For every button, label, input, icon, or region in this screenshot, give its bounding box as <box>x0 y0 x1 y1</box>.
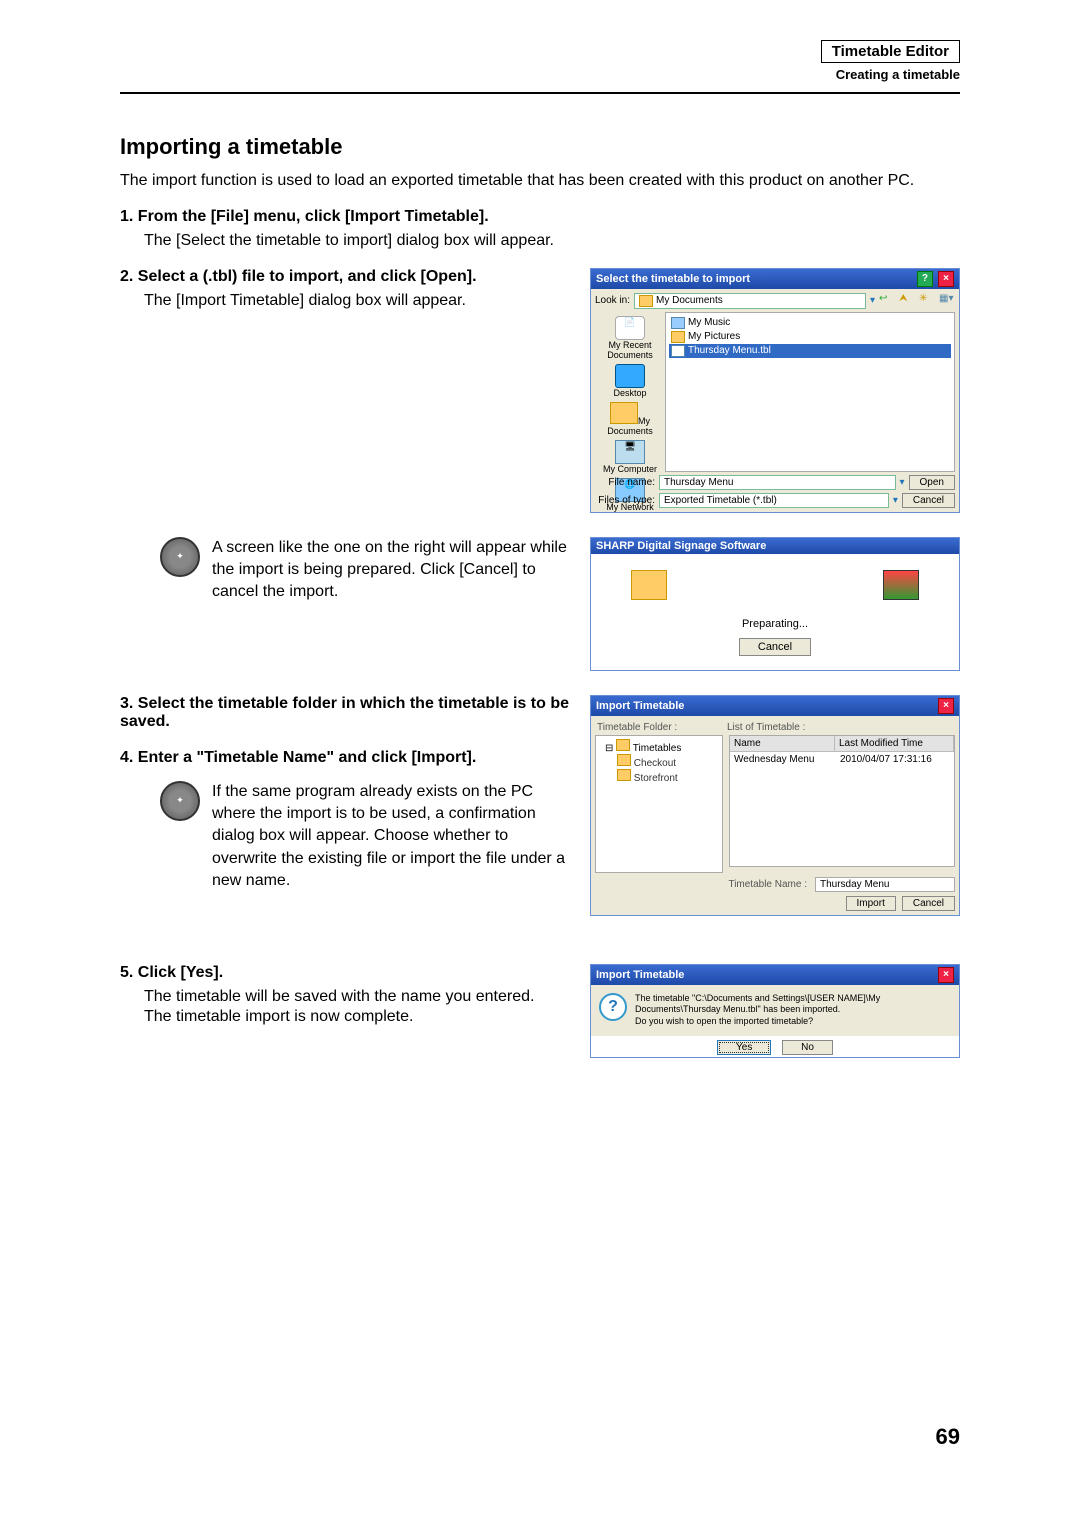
step-1-num: 1. <box>120 208 133 225</box>
filetype-field[interactable]: Exported Timetable (*.tbl) <box>659 493 889 508</box>
row-date: 2010/04/07 17:31:16 <box>836 752 954 767</box>
step-3: 3. Select the timetable folder in which … <box>120 695 570 731</box>
header-title: Timetable Editor <box>821 40 960 63</box>
filetype-dropdown-icon[interactable]: ▾ <box>893 495 898 506</box>
timetable-name-input[interactable]: Thursday Menu <box>815 877 955 892</box>
file-open-dialog: Select the timetable to import ? × Look … <box>590 268 960 513</box>
folder-tree[interactable]: ⊟ Timetables Checkout Storefront <box>595 735 723 873</box>
header-subtitle: Creating a timetable <box>120 67 960 82</box>
lookin-value: My Documents <box>656 295 723 306</box>
step-5-desc2: The timetable import is now complete. <box>144 1008 570 1026</box>
cancel-button[interactable]: Cancel <box>902 493 955 508</box>
open-button[interactable]: Open <box>909 475 955 490</box>
filetype-label: Files of type: <box>595 495 655 506</box>
newfolder-icon[interactable]: ✳ <box>919 293 935 309</box>
destination-icon <box>883 570 919 600</box>
step-1: 1. From the [File] menu, click [Import T… <box>120 208 960 226</box>
preparing-cancel-button[interactable]: Cancel <box>739 638 811 656</box>
folder-label: Timetable Folder : <box>597 722 717 733</box>
places-mydocs[interactable]: My Documents <box>597 402 663 436</box>
dropdown-arrow-icon[interactable]: ▾ <box>870 295 875 306</box>
no-button[interactable]: No <box>782 1040 833 1055</box>
filename-field[interactable]: Thursday Menu <box>659 475 896 490</box>
row-name: Wednesday Menu <box>730 752 836 767</box>
tbl-file-icon <box>671 345 685 357</box>
preparing-title: SHARP Digital Signage Software <box>596 540 766 552</box>
close-icon[interactable]: × <box>938 271 954 287</box>
file-item-pictures[interactable]: My Pictures <box>669 330 951 344</box>
section-title: Importing a timetable <box>120 134 960 160</box>
import-button[interactable]: Import <box>846 896 896 911</box>
step-5-desc1: The timetable will be saved with the nam… <box>144 988 570 1006</box>
step-5: 5. Click [Yes]. <box>120 964 570 982</box>
step-3-num: 3. <box>120 695 133 712</box>
views-icon[interactable]: ▦▾ <box>939 293 955 309</box>
confirm-line1: The timetable "C:\Documents and Settings… <box>635 993 951 1016</box>
file-item-selected[interactable]: Thursday Menu.tbl <box>669 344 951 358</box>
tip-icon-2: ✦ <box>160 781 200 821</box>
name-label: Timetable Name : <box>728 879 807 890</box>
filename-dropdown-icon[interactable]: ▾ <box>900 477 905 488</box>
folder-icon <box>639 295 653 307</box>
import-close-icon[interactable]: × <box>938 698 954 714</box>
lookin-label: Look in: <box>595 295 630 306</box>
up-icon[interactable]: ⮝ <box>899 293 915 309</box>
step-2: 2. Select a (.tbl) file to import, and c… <box>120 268 570 286</box>
import-cancel-button[interactable]: Cancel <box>902 896 955 911</box>
filename-label: File name: <box>595 477 655 488</box>
step-1-bold: From the [File] menu, click [Import Time… <box>138 208 489 225</box>
import-dialog-title: Import Timetable <box>596 700 684 712</box>
file-item-music[interactable]: My Music <box>669 316 951 330</box>
file-dialog-title: Select the timetable to import <box>596 273 750 285</box>
step-2-bold: Select a (.tbl) file to import, and clic… <box>138 268 477 285</box>
file-list[interactable]: My Music My Pictures Thursday Menu.tbl <box>665 312 955 472</box>
places-desktop[interactable]: Desktop <box>613 364 646 398</box>
col-name[interactable]: Name <box>730 736 835 751</box>
help-icon[interactable]: ? <box>917 271 933 287</box>
tip-icon: ✦ <box>160 537 200 577</box>
page-number: 69 <box>936 1424 960 1450</box>
tree-root[interactable]: ⊟ Timetables <box>599 739 719 754</box>
step-3-bold: Select the timetable folder in which the… <box>120 695 569 730</box>
confirm-line2: Do you wish to open the imported timetab… <box>635 1016 951 1028</box>
back-icon[interactable]: ↩ <box>879 293 895 309</box>
confirm-open-dialog: Import Timetable × ? The timetable "C:\D… <box>590 964 960 1058</box>
list-label: List of Timetable : <box>727 722 805 733</box>
preparing-dialog: SHARP Digital Signage Software Preparati… <box>590 537 960 671</box>
question-icon: ? <box>599 993 627 1021</box>
list-row[interactable]: Wednesday Menu 2010/04/07 17:31:16 <box>730 752 954 767</box>
step-4-num: 4. <box>120 749 133 766</box>
pictures-folder-icon <box>671 331 685 343</box>
timetable-list[interactable]: Name Last Modified Time Wednesday Menu 2… <box>729 735 955 867</box>
yes-button[interactable]: Yes <box>717 1040 771 1055</box>
step-2-desc: The [Import Timetable] dialog box will a… <box>144 292 570 310</box>
import-timetable-dialog: Import Timetable × Timetable Folder : Li… <box>590 695 960 916</box>
step-5-bold: Click [Yes]. <box>138 964 223 981</box>
tree-storefront[interactable]: Storefront <box>599 769 719 784</box>
tip-2-text: If the same program already exists on th… <box>212 781 570 893</box>
step-1-desc: The [Select the timetable to import] dia… <box>144 232 960 250</box>
step-5-num: 5. <box>120 964 133 981</box>
places-mycomp[interactable]: 🖥My Computer <box>603 440 657 474</box>
music-folder-icon <box>671 317 685 329</box>
lookin-combo[interactable]: My Documents <box>634 293 866 309</box>
col-date[interactable]: Last Modified Time <box>835 736 954 751</box>
step-2-num: 2. <box>120 268 133 285</box>
step-4-bold: Enter a "Timetable Name" and click [Impo… <box>138 749 477 766</box>
source-folder-icon <box>631 570 667 600</box>
intro-text: The import function is used to load an e… <box>120 170 960 192</box>
places-recent[interactable]: 📄My Recent Documents <box>597 316 663 360</box>
preparing-text: Preparating... <box>607 618 943 630</box>
step-4: 4. Enter a "Timetable Name" and click [I… <box>120 749 570 767</box>
header-rule <box>120 92 960 94</box>
tree-checkout[interactable]: Checkout <box>599 754 719 769</box>
confirm-title: Import Timetable <box>596 969 684 981</box>
confirm-close-icon[interactable]: × <box>938 967 954 983</box>
tip-1-text: A screen like the one on the right will … <box>212 537 570 604</box>
